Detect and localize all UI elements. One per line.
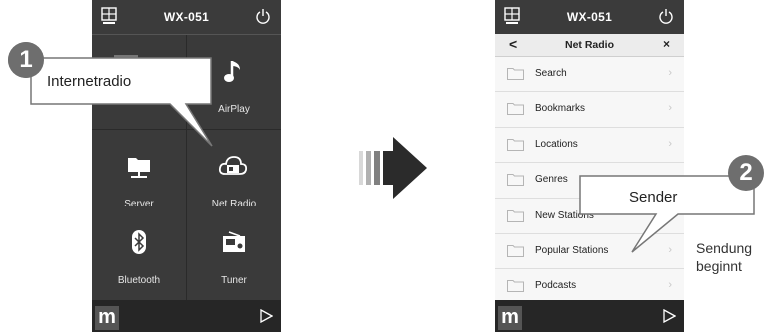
brand-logo: m bbox=[95, 306, 119, 330]
home-screen: WX-051 AirPlay Server Net Radio Bluetoot… bbox=[92, 0, 281, 332]
tile-tuner[interactable]: Tuner bbox=[187, 206, 281, 300]
tile-bluetooth[interactable]: Bluetooth bbox=[92, 206, 186, 300]
callout-2-text: Sender bbox=[629, 189, 678, 206]
device-title: WX-051 bbox=[566, 10, 613, 24]
chevron-right-icon: › bbox=[668, 67, 672, 79]
player-bar[interactable]: m bbox=[92, 300, 281, 332]
side-note: Sendung beginnt bbox=[696, 239, 752, 275]
side-note-line-1: Sendung bbox=[696, 240, 753, 256]
next-arrow-icon bbox=[359, 137, 427, 199]
radio-icon bbox=[223, 231, 245, 252]
list-item-label: Bookmarks bbox=[535, 103, 586, 115]
list-item-label: Podcasts bbox=[535, 280, 577, 292]
status-bar: WX-051 bbox=[92, 0, 281, 35]
tile-label-bluetooth: Bluetooth bbox=[117, 275, 161, 286]
folder-icon bbox=[507, 174, 524, 187]
player-bar[interactable]: m bbox=[495, 300, 684, 332]
list-item-label: Locations bbox=[535, 138, 578, 150]
list-item[interactable]: Locations › bbox=[495, 127, 684, 164]
callout-1-text: Internetradio bbox=[47, 73, 132, 90]
status-bar: WX-051 bbox=[495, 0, 684, 35]
tile-label-tuner: Tuner bbox=[221, 275, 247, 286]
step-badge-1-top: 1 bbox=[8, 42, 44, 78]
close-button[interactable]: × bbox=[663, 37, 670, 51]
page-title: Net Radio bbox=[564, 39, 614, 51]
folder-icon bbox=[507, 68, 524, 80]
folder-icon bbox=[507, 138, 524, 151]
brand-logo: m bbox=[498, 306, 522, 330]
folder-icon bbox=[507, 280, 524, 293]
chevron-right-icon: › bbox=[668, 137, 672, 150]
server-folder-icon bbox=[128, 158, 150, 178]
step-badge-2: 2 bbox=[728, 155, 764, 191]
chevron-right-icon: › bbox=[668, 102, 672, 115]
list-item[interactable]: Search › bbox=[495, 57, 684, 93]
play-icon[interactable] bbox=[662, 309, 676, 323]
list-item-label: Search bbox=[535, 68, 567, 79]
side-note-line-2: beginnt bbox=[696, 258, 742, 274]
chevron-right-icon: › bbox=[668, 279, 672, 292]
folder-icon bbox=[507, 244, 524, 257]
list-item-label: Genres bbox=[535, 174, 568, 186]
music-note-icon bbox=[224, 61, 240, 82]
callout-1-frame bbox=[30, 57, 213, 147]
power-icon[interactable] bbox=[658, 8, 674, 24]
nav-bar: < Net Radio × bbox=[495, 34, 684, 57]
play-icon[interactable] bbox=[259, 309, 273, 323]
list-item[interactable]: Bookmarks › bbox=[495, 92, 684, 128]
bluetooth-icon bbox=[132, 230, 146, 254]
folder-icon bbox=[507, 103, 524, 116]
cloud-radio-icon bbox=[218, 156, 248, 175]
folder-icon bbox=[507, 209, 524, 222]
net-radio-screen: WX-051 < Net Radio × Search › Bookmarks … bbox=[495, 0, 684, 332]
device-title: WX-051 bbox=[163, 10, 210, 24]
power-icon[interactable] bbox=[255, 8, 271, 24]
